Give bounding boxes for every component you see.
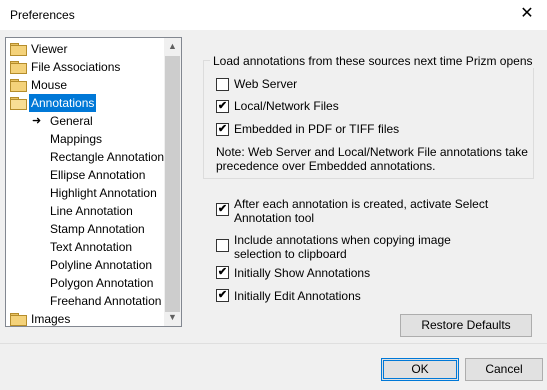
local-network-files-checkbox[interactable]: ✔ bbox=[216, 100, 229, 113]
tree-item-label: File Associations bbox=[31, 60, 121, 74]
folder-icon bbox=[10, 43, 27, 56]
title-bar: Preferences ✕ bbox=[0, 0, 547, 30]
restore-defaults-button[interactable]: Restore Defaults bbox=[400, 314, 532, 337]
tree-item-label: Annotations bbox=[29, 94, 97, 112]
sources-note-line1: Note: Web Server and Local/Network File … bbox=[216, 145, 528, 159]
footer-divider bbox=[0, 343, 547, 344]
embedded-label: Embedded in PDF or TIFF files bbox=[234, 122, 400, 136]
scroll-up-icon[interactable]: ▲ bbox=[164, 38, 181, 55]
tree-item-label: Mappings bbox=[50, 132, 103, 146]
tree-scrollbar[interactable]: ▲ ▼ bbox=[164, 38, 181, 326]
open-folder-icon bbox=[10, 97, 27, 110]
local-network-files-label: Local/Network Files bbox=[234, 99, 339, 113]
copy-annotations-label-line1: Include annotations when copying image bbox=[234, 233, 451, 247]
folder-icon bbox=[10, 313, 27, 326]
activate-select-label-line1: After each annotation is created, activa… bbox=[234, 197, 489, 211]
tree-item-label: Polyline Annotation bbox=[50, 258, 153, 272]
tree-item-label: Highlight Annotation bbox=[50, 186, 157, 200]
cancel-button[interactable]: Cancel bbox=[465, 358, 543, 381]
show-annotations-label: Initially Show Annotations bbox=[234, 266, 371, 280]
copy-annotations-checkbox[interactable] bbox=[216, 239, 229, 252]
edit-annotations-label: Initially Edit Annotations bbox=[234, 289, 361, 303]
sources-note: Note: Web Server and Local/Network File … bbox=[216, 145, 528, 173]
ok-button[interactable]: OK bbox=[381, 358, 459, 381]
window-title: Preferences bbox=[10, 8, 75, 22]
tree-item-label: Text Annotation bbox=[50, 240, 133, 254]
tree-item-label: Rectangle Annotation bbox=[50, 150, 165, 164]
close-icon[interactable]: ✕ bbox=[517, 4, 537, 24]
tree-item-label: Polygon Annotation bbox=[50, 276, 154, 290]
tree-item-general[interactable]: ➜ General bbox=[6, 112, 166, 130]
web-server-checkbox[interactable] bbox=[216, 78, 229, 91]
sources-groupbox-title: Load annotations from these sources next… bbox=[210, 54, 536, 68]
tree-item-label: Stamp Annotation bbox=[50, 222, 145, 236]
scroll-down-icon[interactable]: ▼ bbox=[164, 309, 181, 326]
copy-annotations-label-line2: selection to clipboard bbox=[234, 247, 347, 261]
tree-item-label: Line Annotation bbox=[50, 204, 133, 218]
folder-icon bbox=[10, 79, 27, 92]
tree-item-label: Freehand Annotation bbox=[50, 294, 162, 308]
tree-item-label: General bbox=[50, 114, 93, 128]
tree-item-label: Mouse bbox=[31, 78, 68, 92]
folder-icon bbox=[10, 61, 27, 74]
activate-select-label: After each annotation is created, activa… bbox=[234, 197, 488, 225]
tree-item-label: Ellipse Annotation bbox=[50, 168, 146, 182]
edit-annotations-checkbox[interactable]: ✔ bbox=[216, 289, 229, 302]
sources-note-line2: precedence over Embedded annotations. bbox=[216, 159, 436, 173]
activate-select-label-line2: Annotation tool bbox=[234, 211, 315, 225]
tree-item-label: Images bbox=[31, 312, 71, 326]
current-arrow-icon: ➜ bbox=[32, 115, 42, 127]
activate-select-checkbox[interactable]: ✔ bbox=[216, 203, 229, 216]
copy-annotations-label: Include annotations when copying image s… bbox=[234, 233, 451, 261]
scroll-thumb[interactable] bbox=[165, 56, 180, 312]
embedded-checkbox[interactable]: ✔ bbox=[216, 123, 229, 136]
web-server-label: Web Server bbox=[234, 77, 298, 91]
category-tree[interactable]: Viewer File Associations Mouse Annotatio… bbox=[5, 37, 182, 327]
tree-item-label: Viewer bbox=[31, 42, 68, 56]
show-annotations-checkbox[interactable]: ✔ bbox=[216, 266, 229, 279]
